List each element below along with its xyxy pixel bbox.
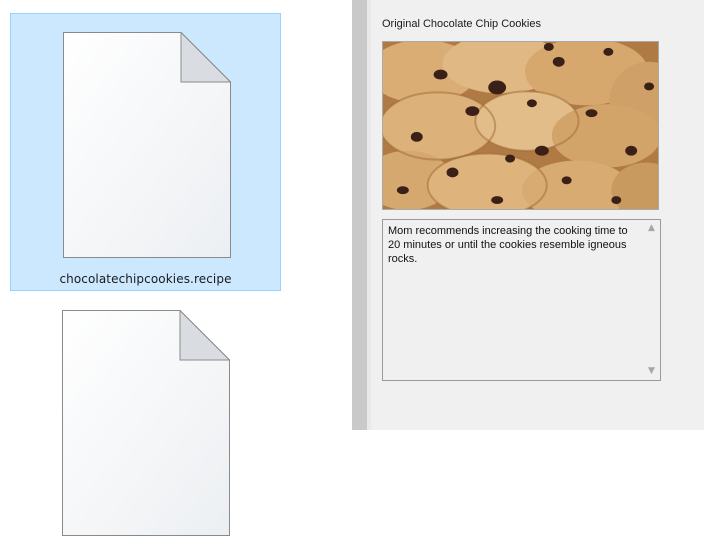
document-icon	[62, 310, 230, 536]
cookies-photo	[382, 41, 659, 210]
scroll-down-arrow-icon[interactable]: ▼	[643, 363, 660, 380]
scroll-up-arrow-icon[interactable]: ▲	[643, 220, 660, 237]
file-list-pane: chocolatechipcookies.recipe	[0, 0, 352, 536]
file-name-label: chocolatechipcookies.recipe	[59, 272, 232, 286]
recipe-notes-text: Mom recommends increasing the cooking ti…	[388, 225, 628, 265]
notes-scrollbar[interactable]: ▲ ▼	[643, 220, 660, 380]
pane-splitter[interactable]	[352, 0, 367, 430]
file-item-selected[interactable]: chocolatechipcookies.recipe	[10, 13, 281, 291]
file-item[interactable]	[10, 300, 281, 536]
recipe-title: Original Chocolate Chip Cookies	[382, 18, 541, 30]
recipe-notes-textarea[interactable]: Mom recommends increasing the cooking ti…	[382, 219, 661, 381]
document-icon	[63, 32, 231, 258]
preview-pane: Original Chocolate Chip Cookies Mom reco…	[371, 0, 704, 430]
